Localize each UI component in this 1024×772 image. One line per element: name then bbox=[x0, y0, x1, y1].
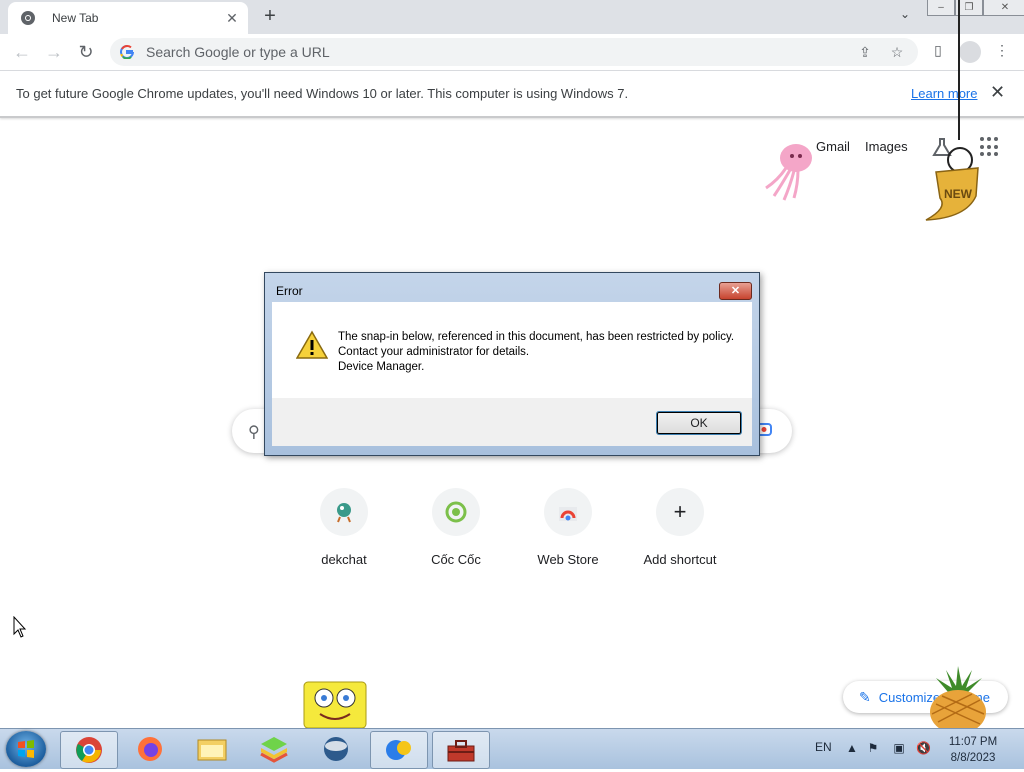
firefox-icon bbox=[138, 737, 162, 761]
action-center-flag-icon[interactable]: ⚑ bbox=[866, 741, 880, 755]
dialog-message: The snap-in below, referenced in this do… bbox=[338, 330, 738, 375]
windows-taskbar: EN ▲ ⚑ ▣ 🔇 11:07 PM 8/8/2023 bbox=[0, 728, 1024, 769]
google-apps-icon[interactable] bbox=[980, 137, 1000, 157]
vpn-icon bbox=[324, 737, 348, 761]
shortcut-add[interactable]: + Add shortcut bbox=[624, 488, 736, 567]
shortcut-label: dekchat bbox=[321, 552, 367, 567]
system-clock[interactable]: 11:07 PM 8/8/2023 bbox=[944, 734, 1002, 766]
dialog-close-button[interactable]: ✕ bbox=[719, 282, 752, 300]
jellyfish-icon bbox=[765, 144, 812, 201]
ok-button[interactable]: OK bbox=[656, 411, 742, 435]
hook-line bbox=[958, 0, 960, 140]
images-link[interactable]: Images bbox=[865, 139, 908, 154]
tab-strip: New Tab ✕ + ⌄ – ❐ ✕ bbox=[0, 0, 1024, 34]
shortcut-label: Add shortcut bbox=[643, 552, 717, 567]
clock-time: 11:07 PM bbox=[948, 736, 998, 748]
dekchat-icon bbox=[320, 488, 368, 536]
gmail-link[interactable]: Gmail bbox=[816, 139, 850, 154]
reload-button[interactable]: ↻ bbox=[74, 40, 98, 64]
new-tab-button[interactable]: + bbox=[259, 5, 281, 27]
pencil-icon: ✎ bbox=[859, 688, 871, 705]
shortcut-label: Web Store bbox=[537, 552, 599, 567]
side-panel-icon[interactable]: ▯ bbox=[928, 42, 948, 62]
webstore-icon bbox=[544, 488, 592, 536]
taskbar-file-explorer[interactable] bbox=[184, 731, 240, 767]
omnibox[interactable]: ⇪ ☆ bbox=[110, 38, 918, 66]
dialog-footer: OK bbox=[272, 398, 752, 446]
update-infobar: To get future Google Chrome updates, you… bbox=[0, 71, 1024, 118]
dialog-message-line1: The snap-in below, referenced in this do… bbox=[338, 331, 735, 358]
learn-more-link[interactable]: Learn more bbox=[911, 86, 977, 101]
google-g-icon bbox=[120, 45, 134, 59]
clock-date: 8/8/2023 bbox=[950, 752, 996, 764]
tab-close-icon[interactable]: ✕ bbox=[222, 10, 242, 27]
taskbar-bluestacks[interactable] bbox=[246, 731, 302, 767]
toolbox-icon bbox=[447, 740, 475, 762]
bluestacks-icon bbox=[260, 737, 288, 763]
taskbar-toolbox[interactable] bbox=[432, 731, 490, 769]
pineapple-house-icon bbox=[930, 666, 986, 728]
dialog-body: The snap-in below, referenced in this do… bbox=[272, 302, 752, 398]
warning-icon bbox=[296, 330, 328, 359]
close-window-button[interactable]: ✕ bbox=[983, 0, 1024, 16]
shortcut-dekchat[interactable]: dekchat bbox=[288, 488, 400, 567]
dialog-message-line2: Device Manager. bbox=[338, 361, 425, 373]
back-button[interactable]: ← bbox=[10, 40, 34, 64]
taskbar-firefox[interactable] bbox=[122, 731, 178, 767]
forward-button[interactable]: → bbox=[42, 40, 66, 64]
tab-search-icon[interactable]: ⌄ bbox=[896, 7, 914, 25]
taskbar-app[interactable] bbox=[370, 731, 428, 769]
file-explorer-icon bbox=[197, 739, 227, 761]
error-dialog: Error ✕ The snap-in below, referenced in… bbox=[264, 272, 760, 456]
infobar-message: To get future Google Chrome updates, you… bbox=[16, 86, 629, 101]
chrome-icon bbox=[76, 737, 102, 763]
shortcut-coccoc[interactable]: Cốc Cốc bbox=[400, 488, 512, 567]
infobar-close-icon[interactable]: ✕ bbox=[990, 82, 1005, 103]
bookmark-star-icon[interactable]: ☆ bbox=[888, 44, 906, 62]
taskbar-vpn[interactable] bbox=[308, 731, 364, 767]
chrome-favicon-icon bbox=[21, 11, 35, 25]
windows-logo-icon bbox=[18, 740, 34, 758]
new-badge-text: NEW bbox=[944, 187, 973, 201]
shortcut-label: Cốc Cốc bbox=[431, 552, 481, 567]
volume-muted-icon[interactable]: 🔇 bbox=[916, 741, 931, 755]
plus-icon: + bbox=[656, 488, 704, 536]
profile-avatar[interactable] bbox=[959, 41, 981, 63]
network-icon[interactable]: ▣ bbox=[892, 741, 906, 755]
coccoc-icon bbox=[432, 488, 480, 536]
shortcut-webstore[interactable]: Web Store bbox=[512, 488, 624, 567]
omnibox-input[interactable] bbox=[144, 43, 848, 61]
share-icon[interactable]: ⇪ bbox=[856, 44, 874, 62]
taskbar-chrome[interactable] bbox=[60, 731, 118, 769]
language-indicator[interactable]: EN bbox=[815, 740, 832, 754]
new-badge-icon[interactable]: NEW bbox=[922, 134, 982, 226]
dialog-title: Error bbox=[276, 284, 303, 298]
menu-dots-icon[interactable]: ⋮ bbox=[992, 42, 1012, 62]
show-hidden-icons-icon[interactable]: ▲ bbox=[845, 741, 859, 755]
window-controls: – ❐ ✕ bbox=[927, 0, 1024, 18]
toolbar: ← → ↻ ⇪ ☆ ▯ ⋮ bbox=[0, 34, 1024, 71]
minimize-button[interactable]: – bbox=[927, 0, 955, 16]
tab-new-tab[interactable]: New Tab ✕ bbox=[8, 2, 248, 34]
start-button[interactable] bbox=[6, 731, 46, 767]
spongebob-icon bbox=[303, 681, 367, 728]
mouse-cursor-icon bbox=[13, 616, 27, 638]
app-icon bbox=[386, 740, 411, 760]
search-icon: ⚲ bbox=[248, 424, 260, 441]
tab-title: New Tab bbox=[52, 11, 99, 25]
